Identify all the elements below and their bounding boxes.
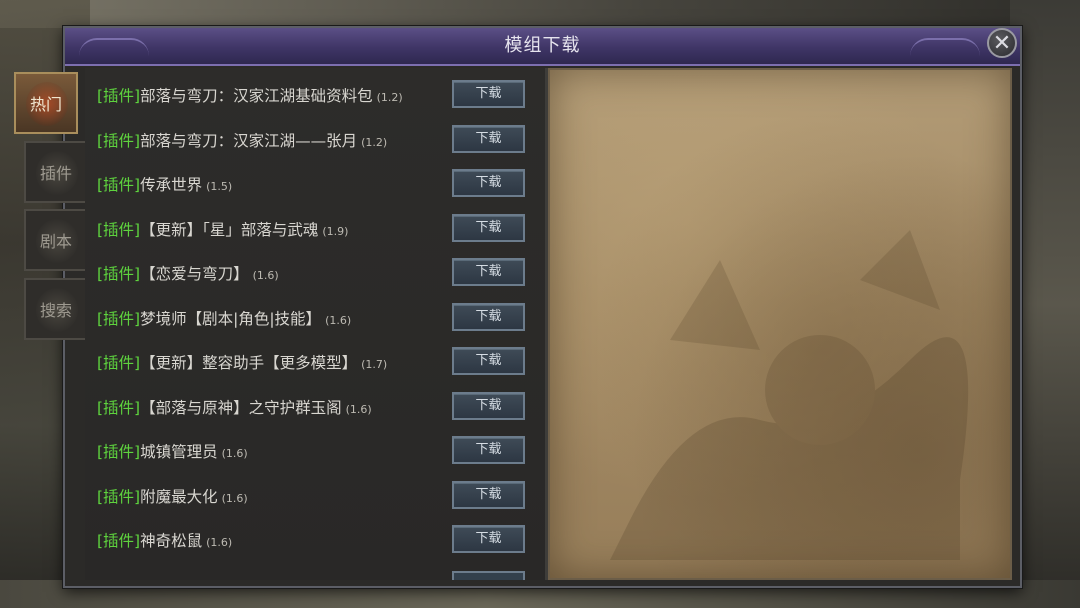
mod-tag: [插件] (97, 488, 141, 506)
mod-tag: [插件] (97, 443, 141, 461)
mod-version: (1.6) (252, 269, 279, 282)
tab-label: 插件 (39, 164, 72, 183)
list-item: [插件]【部落与原神】之守护群玉阁 (1.6) 下载 (85, 386, 541, 431)
mod-name: 传承世界 (140, 176, 203, 194)
mod-title: [插件]【更新】「星」部落与武魂 (1.9) (97, 218, 348, 240)
mod-title: [插件]【更新】整容助手【更多模型】 (1.7) (97, 351, 387, 373)
mod-tag: [插件] (97, 399, 141, 417)
mod-tag: [插件] (97, 354, 141, 372)
mod-version: (1.6) (206, 536, 233, 549)
tab-label: 热门 (29, 95, 62, 114)
download-button[interactable]: 下载 (452, 303, 525, 331)
mod-name: 【恋爱与弯刀】 (140, 265, 249, 283)
list-item: [插件]【恋爱与弯刀】 (1.6) 下载 (85, 252, 541, 297)
mod-version: (1.6) (221, 492, 248, 505)
list-item: [插件]部落与弯刀：汉家江湖基础资料包 (1.2) 下载 (85, 74, 541, 119)
window-title: 模组下载 (504, 35, 581, 56)
list-item: [插件]城镇管理员 (1.6) 下载 (85, 430, 541, 475)
tab-label: 搜索 (39, 301, 72, 320)
download-button-partial[interactable] (452, 571, 525, 580)
mod-version: (1.6) (221, 447, 248, 460)
mod-title: [插件]部落与弯刀：汉家江湖——张月 (1.2) (97, 129, 387, 151)
list-item: [插件]【更新】整容助手【更多模型】 (1.7) 下载 (85, 341, 541, 386)
tab-search[interactable]: 搜索 (24, 278, 88, 340)
download-button[interactable]: 下载 (452, 347, 525, 375)
tab-label: 剧本 (39, 232, 72, 251)
close-icon[interactable]: ✕ (987, 28, 1017, 58)
mod-title: [插件]部落与弯刀：汉家江湖基础资料包 (1.2) (97, 84, 403, 106)
download-button[interactable]: 下载 (452, 214, 525, 242)
mod-name: 【更新】「星」部落与武魂 (140, 221, 319, 239)
list-item: [插件]神奇松鼠 (1.6) 下载 (85, 519, 541, 564)
mod-tag: [插件] (97, 221, 141, 239)
tab-script[interactable]: 剧本 (24, 209, 88, 271)
mod-title: [插件]梦境师【剧本|角色|技能】 (1.6) (97, 307, 351, 329)
list-item: [插件]附魔最大化 (1.6) 下载 (85, 475, 541, 520)
mod-name: 附魔最大化 (140, 488, 218, 506)
download-button[interactable]: 下载 (452, 481, 525, 509)
mod-title: [插件]【部落与原神】之守护群玉阁 (1.6) (97, 396, 372, 418)
mod-version: (1.7) (361, 358, 388, 371)
download-button[interactable]: 下载 (452, 525, 525, 553)
download-button[interactable]: 下载 (452, 258, 525, 286)
list-item: [插件]传承世界 (1.5) 下载 (85, 163, 541, 208)
download-button[interactable]: 下载 (452, 436, 525, 464)
mod-name: 【部落与原神】之守护群玉阁 (140, 399, 342, 417)
mod-tag: [插件] (97, 265, 141, 283)
preview-illustration-icon (610, 230, 969, 560)
list-item: [插件]【更新】「星」部落与武魂 (1.9) 下载 (85, 208, 541, 253)
mod-name: 部落与弯刀：汉家江湖——张月 (140, 132, 358, 150)
mod-tag: [插件] (97, 310, 141, 328)
mod-name: 神奇松鼠 (140, 532, 203, 550)
mod-version: (1.6) (345, 403, 372, 416)
mod-version: (1.9) (322, 225, 349, 238)
mod-preview-panel (548, 68, 1012, 580)
list-item: [插件]部落与弯刀：汉家江湖——张月 (1.2) 下载 (85, 119, 541, 164)
mod-name: 【更新】整容助手【更多模型】 (140, 354, 358, 372)
mod-tag: [插件] (97, 87, 141, 105)
mod-tag: [插件] (97, 532, 141, 550)
title-bar: 模组下载 (65, 28, 1020, 66)
mod-title: [插件]传承世界 (1.5) (97, 173, 232, 195)
mod-version: (1.2) (361, 136, 388, 149)
mod-title: [插件]城镇管理员 (1.6) (97, 440, 248, 462)
mod-name: 梦境师【剧本|角色|技能】 (140, 310, 322, 328)
mod-title: [插件]【恋爱与弯刀】 (1.6) (97, 262, 279, 284)
mod-tag: [插件] (97, 176, 141, 194)
mod-version: (1.5) (206, 180, 233, 193)
tab-plugin[interactable]: 插件 (24, 141, 88, 203)
download-button[interactable]: 下载 (452, 80, 525, 108)
list-item: [插件]梦境师【剧本|角色|技能】 (1.6) 下载 (85, 297, 541, 342)
download-button[interactable]: 下载 (452, 392, 525, 420)
tab-hot[interactable]: 热门 (14, 72, 78, 134)
mod-version: (1.2) (376, 91, 403, 104)
mod-name: 部落与弯刀：汉家江湖基础资料包 (140, 87, 373, 105)
download-button[interactable]: 下载 (452, 169, 525, 197)
mod-version: (1.6) (325, 314, 352, 327)
download-button[interactable]: 下载 (452, 125, 525, 153)
mod-tag: [插件] (97, 132, 141, 150)
mod-list[interactable]: [插件]部落与弯刀：汉家江湖基础资料包 (1.2) 下载 [插件]部落与弯刀：汉家… (85, 68, 548, 580)
background-top (0, 0, 1080, 28)
mod-name: 城镇管理员 (140, 443, 218, 461)
mod-title: [插件]附魔最大化 (1.6) (97, 485, 248, 507)
mod-title: [插件]神奇松鼠 (1.6) (97, 529, 232, 551)
